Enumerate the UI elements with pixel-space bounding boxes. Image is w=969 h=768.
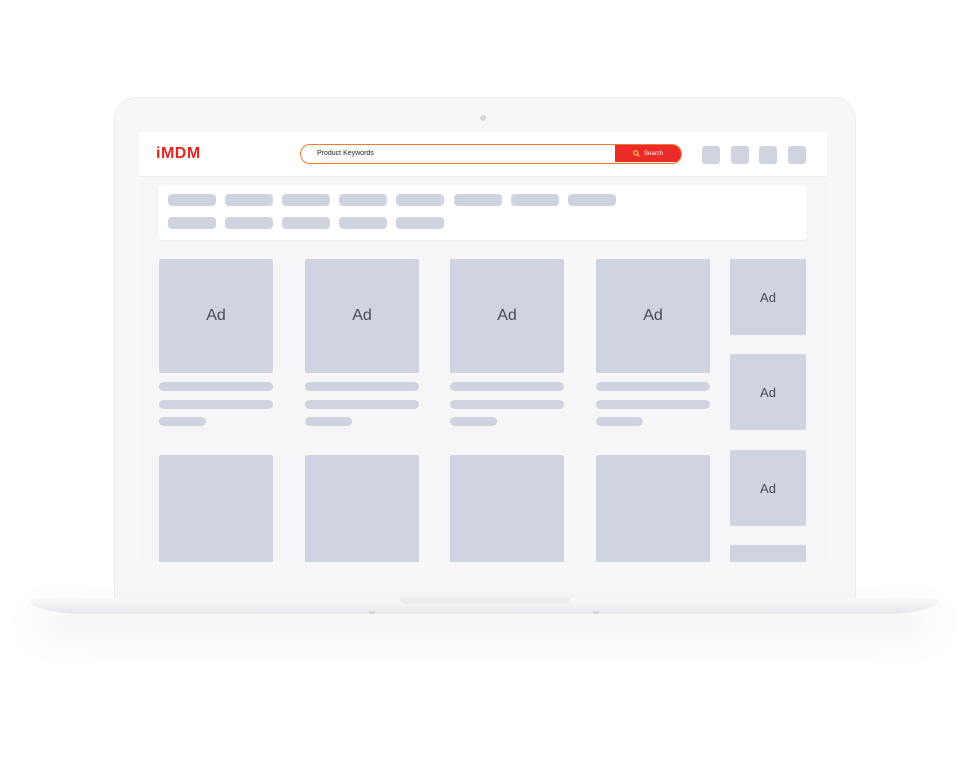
category-pill[interactable] (225, 217, 273, 229)
category-pill[interactable] (168, 217, 216, 229)
search-bar: Search (300, 144, 682, 164)
category-pill[interactable] (511, 194, 559, 206)
skeleton-line (596, 417, 643, 426)
skeleton-line (450, 382, 564, 391)
search-button-label: Search (643, 150, 663, 157)
header-icon-1[interactable] (702, 146, 720, 164)
category-panel (158, 185, 807, 240)
ad-slot[interactable]: Ad (305, 259, 419, 373)
product-placeholder[interactable] (305, 455, 419, 562)
logo[interactable]: iMDM (156, 145, 201, 163)
ad-slot[interactable]: Ad (596, 259, 710, 373)
skeleton-line (305, 382, 419, 391)
search-input[interactable] (301, 145, 629, 162)
skeleton-line (305, 417, 352, 426)
search-button[interactable]: Search (615, 145, 681, 162)
laptop-foot (593, 611, 599, 614)
header-icon-4[interactable] (788, 146, 806, 164)
ad-slot[interactable]: Ad (450, 259, 564, 373)
product-placeholder[interactable] (159, 455, 273, 562)
side-ad-slot[interactable]: Ad (730, 354, 806, 430)
laptop-foot (369, 611, 375, 614)
camera-dot (480, 115, 486, 121)
side-placeholder[interactable] (730, 545, 806, 562)
laptop-notch (400, 598, 570, 604)
top-bar: iMDM Search (139, 132, 827, 177)
side-ad-slot[interactable]: Ad (730, 450, 806, 526)
category-pill[interactable] (454, 194, 502, 206)
category-pill[interactable] (282, 194, 330, 206)
skeleton-line (159, 417, 206, 426)
header-icon-3[interactable] (759, 146, 777, 164)
skeleton-line (305, 400, 419, 409)
skeleton-line (159, 400, 273, 409)
ad-slot[interactable]: Ad (159, 259, 273, 373)
skeleton-line (450, 417, 497, 426)
category-pill[interactable] (339, 194, 387, 206)
category-pill[interactable] (396, 194, 444, 206)
side-ad-slot[interactable]: Ad (730, 259, 806, 335)
screen: iMDM Search Ad Ad Ad A (139, 132, 827, 562)
skeleton-line (450, 400, 564, 409)
product-placeholder[interactable] (596, 455, 710, 562)
search-icon (633, 150, 640, 157)
skeleton-line (596, 400, 710, 409)
category-pill[interactable] (168, 194, 216, 206)
skeleton-line (596, 382, 710, 391)
product-placeholder[interactable] (450, 455, 564, 562)
header-icon-2[interactable] (731, 146, 749, 164)
category-pill[interactable] (339, 217, 387, 229)
category-pill[interactable] (568, 194, 616, 206)
category-pill[interactable] (225, 194, 273, 206)
category-pill[interactable] (282, 217, 330, 229)
skeleton-line (159, 382, 273, 391)
category-pill[interactable] (396, 217, 444, 229)
